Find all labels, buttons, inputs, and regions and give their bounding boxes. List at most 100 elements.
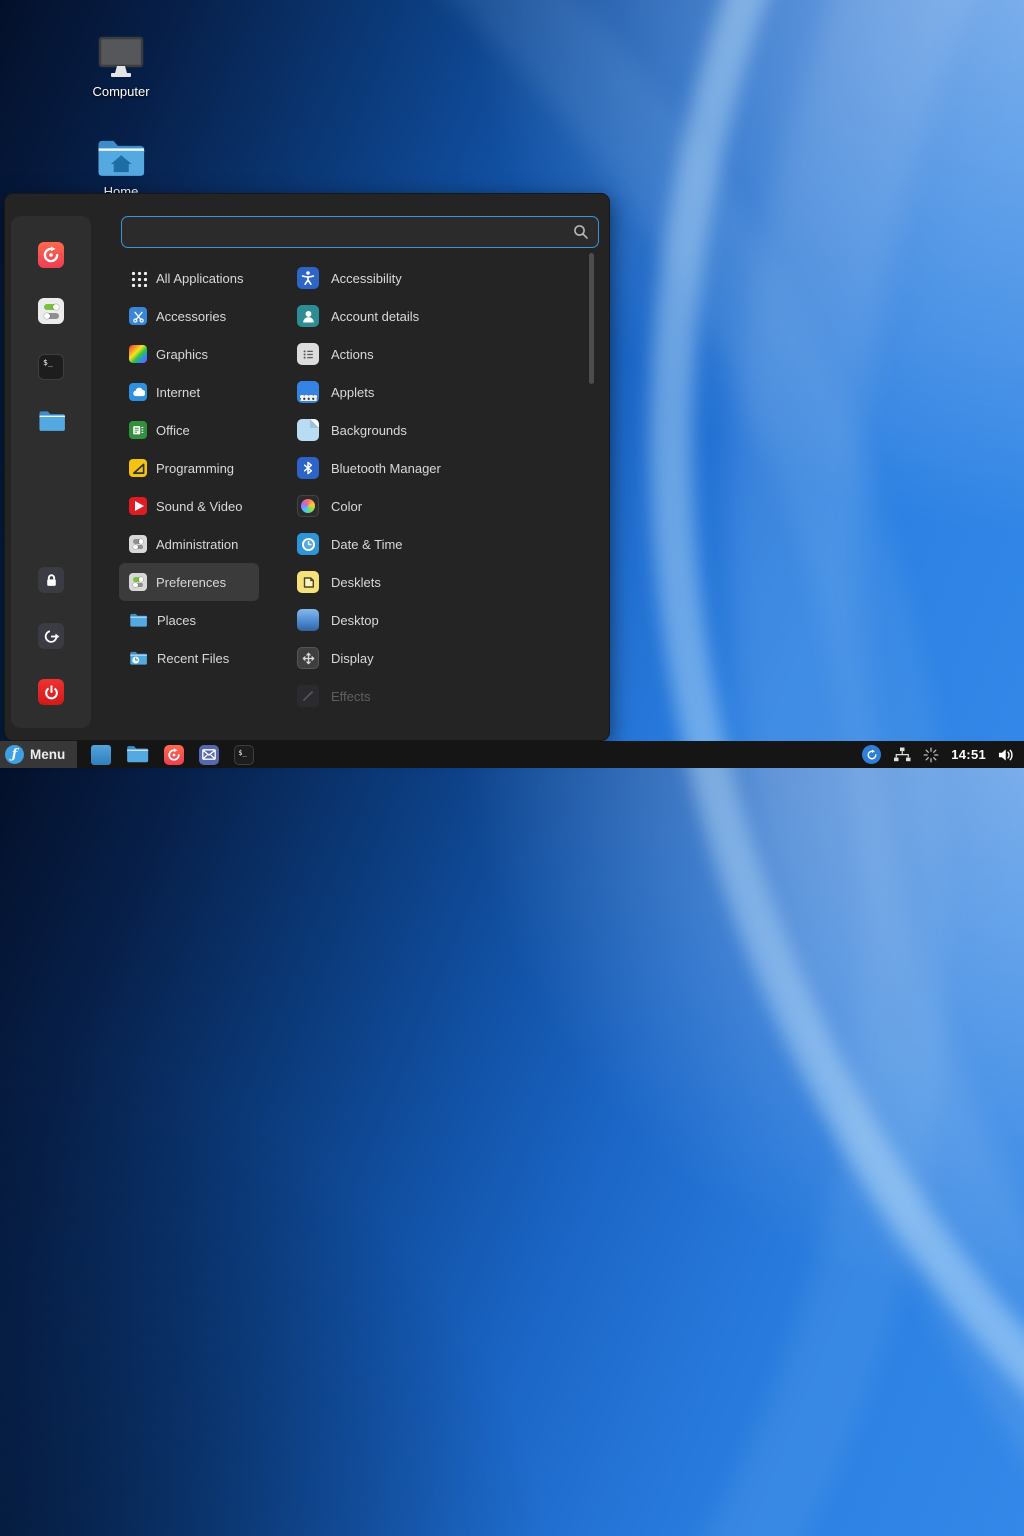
category-label: All Applications bbox=[156, 271, 243, 286]
app-color[interactable]: Color bbox=[297, 487, 585, 525]
application-menu: $_ bbox=[4, 193, 610, 741]
files-folder-icon bbox=[38, 410, 64, 433]
accessories-icon bbox=[129, 307, 147, 325]
mail-launcher[interactable] bbox=[199, 745, 219, 765]
app-label: Color bbox=[331, 499, 362, 514]
volume-tray-icon[interactable] bbox=[998, 748, 1015, 762]
app-label: Date & Time bbox=[331, 537, 403, 552]
preferences-icon bbox=[129, 573, 147, 591]
system-settings-icon bbox=[38, 298, 64, 324]
category-recent-files[interactable]: Recent Files bbox=[119, 639, 259, 677]
category-graphics[interactable]: Graphics bbox=[119, 335, 259, 373]
app-date-time[interactable]: Date & Time bbox=[297, 525, 585, 563]
recent-files-icon bbox=[129, 651, 148, 666]
category-label: Graphics bbox=[156, 347, 208, 362]
favorite-files-button[interactable] bbox=[38, 410, 64, 436]
app-backgrounds[interactable]: Backgrounds bbox=[297, 411, 585, 449]
search-box bbox=[121, 216, 599, 248]
category-internet[interactable]: Internet bbox=[119, 373, 259, 411]
update-manager-tray-icon[interactable] bbox=[862, 745, 881, 764]
menu-button-label: Menu bbox=[30, 747, 65, 762]
app-label: Actions bbox=[331, 347, 374, 362]
network-tray-icon[interactable] bbox=[893, 747, 911, 762]
app-label: Display bbox=[331, 651, 374, 666]
app-actions[interactable]: Actions bbox=[297, 335, 585, 373]
computer-icon bbox=[65, 28, 177, 80]
terminal-icon: $_ bbox=[234, 745, 254, 765]
favorite-system-settings-button[interactable] bbox=[38, 298, 64, 324]
color-icon bbox=[297, 495, 319, 517]
category-label: Preferences bbox=[156, 575, 226, 590]
files-launcher[interactable] bbox=[126, 745, 149, 764]
favorite-firefox-button[interactable] bbox=[38, 242, 64, 268]
show-desktop-button[interactable] bbox=[91, 745, 111, 765]
search-icon bbox=[573, 224, 589, 240]
categories-list: All Applications Accessories Graphics bbox=[119, 259, 259, 677]
menu-button[interactable]: ƒ Menu bbox=[0, 741, 77, 768]
favorite-terminal-button[interactable]: $_ bbox=[38, 354, 64, 380]
shutdown-button[interactable] bbox=[38, 679, 64, 705]
accessibility-status-tray-icon[interactable] bbox=[923, 747, 939, 763]
backgrounds-icon bbox=[297, 419, 319, 441]
app-label: Desktop bbox=[331, 613, 379, 628]
category-preferences[interactable]: Preferences bbox=[119, 563, 259, 601]
category-all-applications[interactable]: All Applications bbox=[119, 259, 259, 297]
app-label: Effects bbox=[331, 689, 371, 704]
category-accessories[interactable]: Accessories bbox=[119, 297, 259, 335]
scrollbar-thumb[interactable] bbox=[589, 253, 594, 384]
files-folder-icon bbox=[126, 745, 149, 764]
category-programming[interactable]: Programming bbox=[119, 449, 259, 487]
category-label: Internet bbox=[156, 385, 200, 400]
app-effects[interactable]: Effects bbox=[297, 677, 585, 715]
app-bluetooth-manager[interactable]: Bluetooth Manager bbox=[297, 449, 585, 487]
search-input[interactable] bbox=[122, 225, 573, 240]
applications-list: Accessibility Account details bbox=[297, 259, 585, 715]
app-label: Desklets bbox=[331, 575, 381, 590]
app-accessibility[interactable]: Accessibility bbox=[297, 259, 585, 297]
category-places[interactable]: Places bbox=[119, 601, 259, 639]
category-administration[interactable]: Administration bbox=[119, 525, 259, 563]
clock[interactable]: 14:51 bbox=[951, 747, 986, 762]
desktop-settings-icon bbox=[297, 609, 319, 631]
app-desktop[interactable]: Desktop bbox=[297, 601, 585, 639]
desktop-icon-home[interactable]: Home bbox=[65, 128, 177, 199]
app-applets[interactable]: Applets bbox=[297, 373, 585, 411]
all-applications-icon bbox=[129, 269, 147, 287]
applets-icon bbox=[297, 381, 319, 403]
category-office[interactable]: Office bbox=[119, 411, 259, 449]
mail-icon bbox=[199, 745, 219, 765]
administration-icon bbox=[129, 535, 147, 553]
app-label: Bluetooth Manager bbox=[331, 461, 441, 476]
power-icon bbox=[38, 679, 64, 705]
app-label: Accessibility bbox=[331, 271, 402, 286]
lock-screen-button[interactable] bbox=[38, 567, 64, 593]
actions-icon bbox=[297, 343, 319, 365]
home-folder-icon bbox=[65, 128, 177, 180]
category-label: Programming bbox=[156, 461, 234, 476]
category-label: Office bbox=[156, 423, 190, 438]
date-time-icon bbox=[297, 533, 319, 555]
category-label: Administration bbox=[156, 537, 238, 552]
category-sound-video[interactable]: Sound & Video bbox=[119, 487, 259, 525]
firefox-icon bbox=[164, 745, 184, 765]
category-label: Recent Files bbox=[157, 651, 229, 666]
logout-button[interactable] bbox=[38, 623, 64, 649]
app-display[interactable]: Display bbox=[297, 639, 585, 677]
category-label: Sound & Video bbox=[156, 499, 243, 514]
mint-logo-icon: ƒ bbox=[5, 745, 24, 764]
app-desklets[interactable]: Desklets bbox=[297, 563, 585, 601]
launcher-area: $_ bbox=[91, 745, 254, 765]
category-label: Places bbox=[157, 613, 196, 628]
show-desktop-icon bbox=[91, 745, 111, 765]
category-label: Accessories bbox=[156, 309, 226, 324]
system-tray: 14:51 bbox=[862, 745, 1024, 764]
wallpaper-arc bbox=[730, 0, 1024, 1536]
firefox-icon bbox=[38, 242, 64, 268]
firefox-launcher[interactable] bbox=[164, 745, 184, 765]
app-account-details[interactable]: Account details bbox=[297, 297, 585, 335]
office-icon bbox=[129, 421, 147, 439]
terminal-launcher[interactable]: $_ bbox=[234, 745, 254, 765]
favorites-panel: $_ bbox=[11, 216, 91, 728]
sound-video-icon bbox=[129, 497, 147, 515]
desktop-icon-computer[interactable]: Computer bbox=[65, 28, 177, 99]
